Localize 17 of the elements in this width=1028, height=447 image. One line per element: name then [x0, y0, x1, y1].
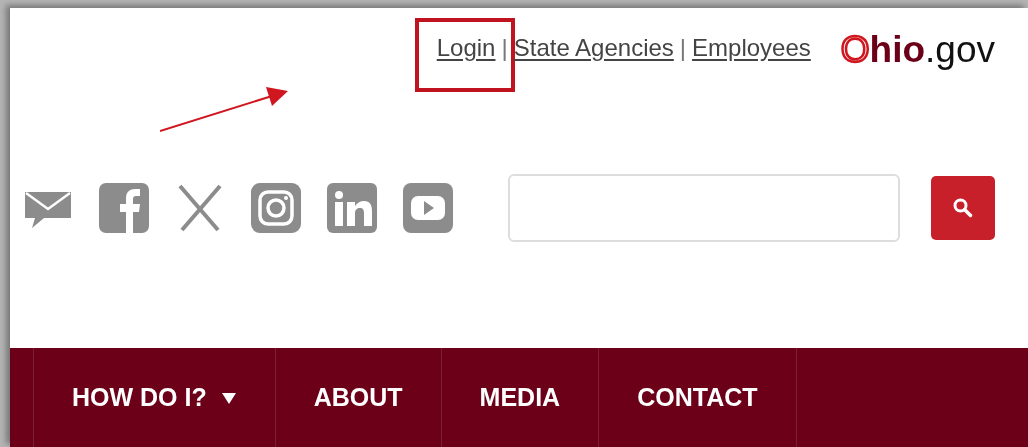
search-button[interactable] — [931, 176, 995, 240]
facebook-icon[interactable] — [98, 182, 150, 234]
search-field[interactable] — [508, 174, 900, 242]
youtube-icon[interactable] — [402, 182, 454, 234]
separator: | — [679, 33, 687, 63]
link-text[interactable]: Login — [436, 34, 496, 61]
link-text[interactable]: State Agencies — [513, 34, 674, 61]
linkedin-icon[interactable] — [326, 182, 378, 234]
nav-item[interactable]: MEDIA — [440, 348, 599, 447]
search-icon — [951, 196, 975, 220]
ohio-logo[interactable]: Ohio.gov — [840, 30, 995, 71]
separator: | — [501, 33, 508, 63]
nav-item[interactable]: ABOUT — [274, 348, 441, 447]
link-text[interactable]: Employees — [692, 34, 811, 61]
nav-item[interactable]: HOW DO I? — [33, 348, 275, 447]
instagram-icon[interactable] — [250, 182, 302, 234]
nav-item[interactable]: CONTACT — [598, 348, 797, 447]
